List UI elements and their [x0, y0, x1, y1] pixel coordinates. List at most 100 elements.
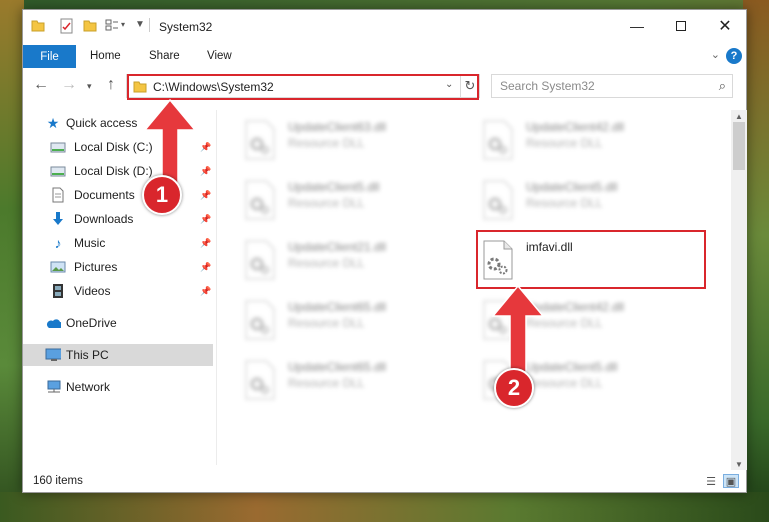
view-options-icon[interactable]	[105, 18, 119, 32]
dll-file-icon	[245, 300, 275, 340]
file-explorer-window: ▾ ▼ System32 — ✕ File Home Share View ⌄ …	[22, 9, 747, 493]
nav-item-label: Downloads	[74, 212, 134, 226]
tab-view[interactable]: View	[207, 50, 232, 62]
nav-item-network[interactable]: Network	[23, 376, 213, 398]
desktop-background-bottom	[0, 492, 769, 522]
minimize-button[interactable]: —	[615, 10, 659, 41]
help-button[interactable]: ?	[726, 48, 742, 64]
pin-icon[interactable]: 📌	[200, 142, 211, 153]
search-input[interactable]	[500, 79, 700, 93]
file-item[interactable]: UpdateClient21.dll Resource DLL	[244, 238, 474, 290]
tab-file[interactable]: File	[23, 45, 76, 68]
navigation-bar: ← → ▾ ↑ C:\Windows\System32 ⌄ ↻ ⌕	[23, 74, 746, 100]
title-bar: ▾ ▼ System32 — ✕	[23, 10, 746, 41]
file-name: UpdateClient65.dll	[288, 300, 387, 314]
up-button[interactable]: ↑	[107, 76, 115, 94]
folder-icon[interactable]	[31, 18, 45, 32]
maximize-button[interactable]	[659, 10, 703, 41]
file-name: UpdateClient21.dll	[288, 240, 387, 254]
nav-item-label: Pictures	[74, 260, 118, 274]
file-type: Resource DLL	[526, 196, 603, 210]
file-type: Resource DLL	[288, 136, 365, 150]
file-name: UpdateClient63.dll	[288, 120, 387, 134]
address-highlight-box	[127, 74, 479, 100]
scroll-down-icon[interactable]: ▼	[731, 458, 747, 470]
nav-item-onedrive[interactable]: OneDrive	[23, 312, 213, 334]
computer-icon	[45, 347, 61, 363]
picture-icon	[50, 259, 66, 275]
file-name: UpdateClient5.dll	[288, 180, 380, 194]
pin-icon[interactable]: 📌	[200, 262, 211, 273]
nav-item-this-pc[interactable]: This PC	[23, 344, 213, 366]
qat-divider	[149, 18, 150, 32]
status-bar: 160 items ☰ ▣	[23, 470, 746, 492]
back-button[interactable]: ←	[33, 76, 49, 94]
file-item[interactable]: UpdateClient65.dll Resource DLL	[244, 298, 474, 350]
drive-icon	[50, 139, 66, 155]
pin-icon[interactable]: 📌	[200, 166, 211, 177]
nav-item-videos[interactable]: Videos 📌	[23, 280, 213, 302]
nav-item-label: Network	[66, 380, 111, 394]
large-icons-view-icon[interactable]: ▣	[723, 474, 739, 488]
file-name: UpdateClient65.dll	[288, 360, 387, 374]
pin-icon[interactable]: 📌	[200, 286, 211, 297]
tab-share[interactable]: Share	[149, 50, 180, 62]
dll-file-icon	[245, 240, 275, 280]
dll-file-icon	[245, 360, 275, 400]
file-item[interactable]: UpdateClient42.dll Resource DLL	[482, 118, 712, 170]
nav-item-pictures[interactable]: Pictures 📌	[23, 256, 213, 278]
pin-icon[interactable]: 📌	[200, 190, 211, 201]
ribbon-tabs: File Home Share View ⌄ ?	[23, 45, 746, 68]
film-icon	[50, 283, 66, 299]
network-icon	[45, 379, 61, 395]
file-type: Resource DLL	[288, 316, 365, 330]
file-name: UpdateClient42.dll	[526, 120, 625, 134]
scroll-thumb[interactable]	[733, 122, 745, 170]
nav-item-label: Documents	[74, 188, 135, 202]
nav-item-label: Quick access	[66, 116, 138, 130]
desktop-background-left	[0, 0, 24, 522]
document-icon	[50, 187, 66, 203]
dll-file-icon	[483, 180, 513, 220]
nav-item-downloads[interactable]: Downloads 📌	[23, 208, 213, 230]
close-button[interactable]: ✕	[703, 10, 747, 41]
pane-divider	[216, 110, 217, 465]
cloud-icon	[45, 315, 61, 331]
dll-file-icon	[245, 180, 275, 220]
file-item[interactable]: UpdateClient5.dll Resource DLL	[244, 178, 474, 230]
drive-icon	[50, 163, 66, 179]
file-name: UpdateClient5.dll	[526, 180, 618, 194]
file-type: Resource DLL	[288, 376, 365, 390]
tab-home[interactable]: Home	[90, 50, 121, 62]
forward-button[interactable]: →	[61, 76, 77, 94]
new-folder-icon[interactable]	[83, 18, 97, 32]
customize-qat-icon[interactable]: ▼	[135, 19, 145, 30]
qat-dropdown-icon[interactable]: ▾	[121, 20, 125, 29]
file-type: Resource DLL	[288, 256, 365, 270]
details-view-icon[interactable]: ☰	[703, 474, 719, 488]
scroll-up-icon[interactable]: ▲	[731, 110, 747, 122]
nav-item-music[interactable]: ♪ Music 📌	[23, 232, 213, 254]
download-arrow-icon	[50, 211, 66, 227]
pin-icon[interactable]: 📌	[200, 214, 211, 225]
recent-locations-icon[interactable]: ▾	[87, 81, 92, 92]
search-box[interactable]: ⌕	[491, 74, 733, 98]
search-icon: ⌕	[718, 78, 726, 93]
properties-icon[interactable]	[59, 18, 75, 34]
pin-icon[interactable]: 📌	[200, 238, 211, 249]
file-item[interactable]: UpdateClient5.dll Resource DLL	[482, 178, 712, 230]
expand-ribbon-icon[interactable]: ⌄	[711, 48, 720, 61]
star-icon: ★	[46, 114, 60, 131]
music-note-icon: ♪	[54, 235, 62, 251]
dll-file-icon	[245, 120, 275, 160]
file-type: Resource DLL	[526, 136, 603, 150]
nav-item-label: OneDrive	[66, 316, 117, 330]
dll-file-icon	[483, 120, 513, 160]
nav-item-label: Videos	[74, 284, 111, 298]
nav-item-label: Music	[74, 236, 106, 250]
step-2-badge: 2	[494, 368, 534, 408]
window-title: System32	[159, 20, 213, 34]
vertical-scrollbar[interactable]: ▲ ▼	[731, 110, 747, 470]
file-item[interactable]: UpdateClient63.dll Resource DLL	[244, 118, 474, 170]
file-item[interactable]: UpdateClient65.dll Resource DLL	[244, 358, 474, 410]
